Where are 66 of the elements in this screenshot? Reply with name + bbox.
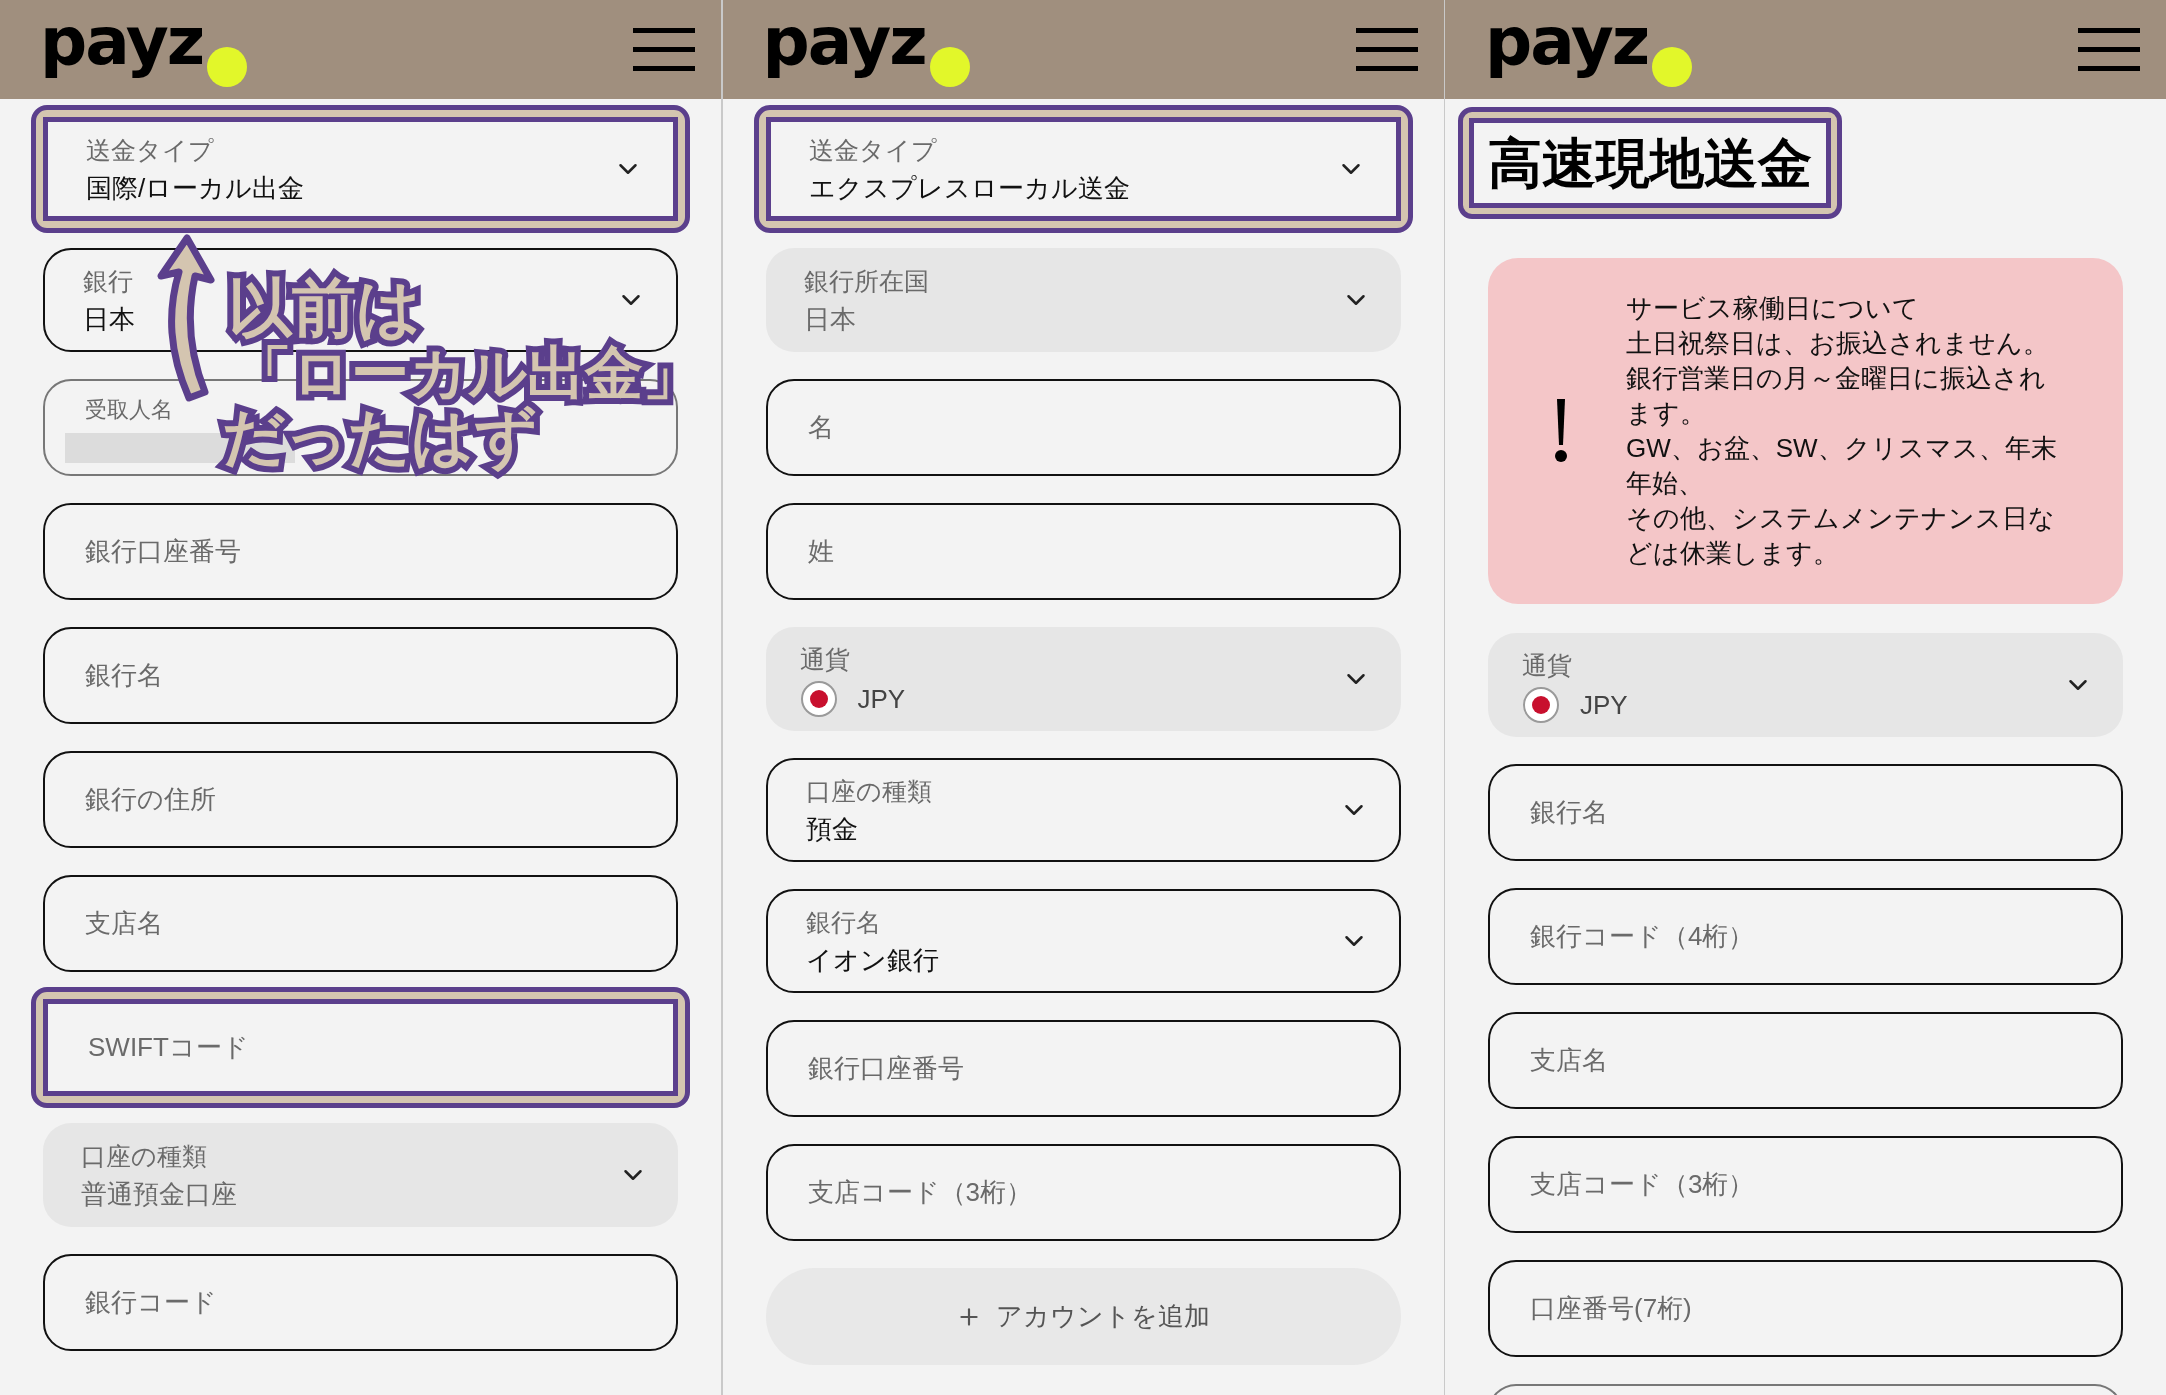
field-label: 口座の種類 (805, 776, 932, 807)
field-value: 国際/ローカル出金 (86, 172, 305, 205)
field-placeholder: 名 (807, 411, 834, 444)
field-placeholder: 姓 (807, 535, 834, 568)
annotation-text: 以前は (228, 272, 422, 344)
field-label: 通貨 (799, 644, 851, 675)
select-field[interactable]: 送金タイプ 国際/ローカル出金 (43, 117, 678, 221)
menu-icon[interactable] (2078, 27, 2140, 72)
add-account-button[interactable]: アカウントを追加 (765, 1268, 1401, 1365)
exclamation-icon (1554, 399, 1568, 463)
input-field[interactable]: 支店名 (1488, 1012, 2123, 1109)
field-value: JPY (1580, 689, 1628, 722)
field-label: 受取人名 (85, 395, 173, 424)
field-label: 送金タイプ (86, 135, 214, 166)
field-placeholder: 銀行口座番号 (85, 535, 241, 568)
input-field[interactable]: 支店コード（3桁） (1488, 1136, 2123, 1233)
input-field[interactable]: 支店名 (43, 875, 678, 972)
field-placeholder: 銀行の住所 (85, 783, 216, 816)
input-field[interactable]: 口座番号(7桁) (1488, 1260, 2123, 1357)
input-field[interactable]: 銀行口座番号 (43, 503, 678, 600)
input-field[interactable]: 銀行の住所 (43, 751, 678, 848)
field-label: 口座の種類 (81, 1141, 207, 1172)
input-field[interactable]: 銀行口座番号 (765, 1020, 1401, 1117)
field-label: 銀行名 (805, 907, 881, 938)
logo-dot-icon (929, 46, 970, 87)
select-field[interactable]: 送金タイプ エクスプレスローカル送金 (765, 117, 1401, 221)
field-value: イオン銀行 (805, 944, 939, 977)
field-placeholder: 支店名 (85, 907, 163, 940)
field-value: 日本 (83, 303, 135, 336)
field-value: 日本 (803, 303, 856, 336)
input-field[interactable]: 銀行名 (43, 627, 678, 724)
field-label: 送金タイプ (808, 135, 937, 166)
field-placeholder: 銀行コード（4桁） (1530, 920, 1755, 953)
input-field[interactable]: 銀行コード（4桁） (1488, 888, 2123, 985)
input-field[interactable]: 名 (765, 379, 1401, 476)
field-placeholder: 支店コード（3桁） (1530, 1168, 1755, 1201)
field-label: 通貨 (1522, 650, 1573, 681)
notice-message: サービス稼働日について 土日祝祭日は、お振込されません。 銀行営業日の月～金曜日に振込されます。 GW、お盆、SW、クリスマス、年末年始、 その他、システムメンテナンス日などは休業します。 (1626, 292, 2058, 570)
select-field[interactable]: 銀行名 イオン銀行 (765, 889, 1401, 993)
page-title: 高速現地送金 (1488, 132, 1812, 195)
field-placeholder: 銀行名 (85, 659, 163, 692)
select-field[interactable]: 口座の種類 預金 (765, 758, 1401, 862)
field-placeholder: 口座番号(7桁) (1530, 1292, 1692, 1325)
field-placeholder: 銀行名 (1530, 796, 1608, 829)
input-field[interactable]: 姓 (765, 503, 1401, 600)
field-placeholder: 支店名 (1530, 1044, 1608, 1077)
input-field[interactable]: 支店コード（3桁） (765, 1144, 1401, 1241)
input-field[interactable]: 銀行名 (1488, 764, 2123, 861)
field-label: 銀行所在国 (803, 266, 929, 297)
field-placeholder: 銀行口座番号 (807, 1052, 964, 1085)
field-value: 預金 (805, 813, 858, 846)
field-placeholder: SWIFTコード (88, 1031, 249, 1064)
japan-flag-icon (1522, 686, 1560, 724)
japan-flag-icon (799, 680, 838, 718)
field-placeholder: 銀行コード (85, 1286, 217, 1319)
field-value: エクスプレスローカル送金 (808, 172, 1130, 205)
field-placeholder: 支店コード（3桁） (807, 1176, 1032, 1209)
input-field[interactable]: SWIFTコード (43, 999, 678, 1096)
field-label: 銀行 (83, 266, 133, 297)
field-value: 普通預金口座 (81, 1178, 237, 1211)
menu-icon[interactable] (1355, 27, 1418, 72)
logo-dot-icon (207, 46, 248, 87)
menu-icon[interactable] (633, 27, 695, 72)
logo-dot-icon (1652, 46, 1693, 87)
input-field[interactable]: 銀行コード (43, 1254, 678, 1351)
field-value: JPY (857, 683, 906, 716)
